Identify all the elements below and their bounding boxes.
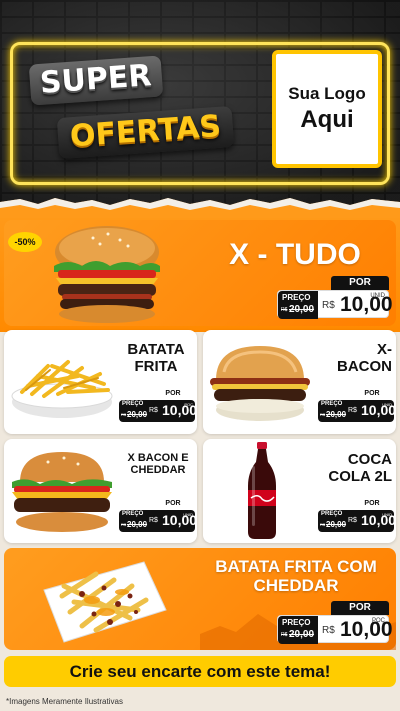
price-tag-batata-frita: POR PREÇO R$ 20,00 R$ 10,00 POÇ: [119, 388, 197, 422]
logo-text-line2: Aqui: [300, 106, 354, 133]
price-por-label: POR: [350, 388, 394, 400]
product-name-batata-frita: BATATA FRITA: [127, 341, 185, 375]
old-price-label: PREÇO: [122, 511, 144, 517]
price-tag-x-bacon-cheddar: POR PREÇO R$ 20,00 R$ 10,00 UNID: [119, 498, 197, 532]
price-box: PREÇO R$ 20,00 R$ 10,00 UNID: [277, 290, 393, 319]
price-tag-x-bacon: POR PREÇO R$ 20,00 R$ 10,00 UNID: [318, 388, 396, 422]
old-price-label: PREÇO: [122, 401, 144, 407]
old-price-currency: R$: [320, 522, 326, 527]
logo-placeholder[interactable]: Sua Logo Aqui: [272, 50, 382, 168]
product-name-x-tudo: X - TUDO: [229, 238, 361, 271]
price-por-label: POR: [331, 276, 389, 290]
old-price-value: 20,00: [127, 520, 148, 529]
burger-x-tudo-image: [54, 226, 160, 323]
price-currency: R$: [348, 407, 357, 414]
price-currency: R$: [322, 625, 335, 636]
product-name-x-bacon: X- BACON: [337, 341, 392, 375]
price-unit: UNID: [183, 512, 193, 517]
torn-paper-edge: [0, 198, 400, 218]
price-unit: POÇ: [184, 402, 193, 407]
old-price-currency: R$: [121, 522, 127, 527]
price-por-label: POR: [331, 601, 389, 615]
price-unit: POÇ: [371, 618, 385, 624]
price-unit: UNID: [382, 402, 392, 407]
price-box: PREÇO R$ 20,00 R$ 10,00 UNID: [318, 400, 396, 422]
fries-cheddar-image: [43, 561, 167, 643]
price-box: PREÇO R$ 20,00 R$ 10,00 UNID: [318, 510, 396, 532]
french-fries-image: [11, 360, 113, 418]
price-por-label: POR: [350, 498, 394, 510]
product-name-x-bacon-cheddar: X BACON E CHEDDAR: [127, 452, 189, 477]
old-price-value: 20,00: [289, 629, 315, 640]
old-price-value: 20,00: [326, 520, 347, 529]
price-currency: R$: [348, 517, 357, 524]
price-tag-x-tudo: POR PREÇO R$ 20,00 R$ 10,00 UNID: [277, 276, 393, 319]
price-unit: UNID: [382, 512, 392, 517]
burger-x-bacon-cheddar-image: [12, 452, 112, 532]
price-box: PREÇO R$ 20,00 R$ 10,00 POÇ: [119, 400, 197, 422]
price-unit: UNID: [370, 293, 385, 299]
price-currency: R$: [149, 517, 158, 524]
disclaimer-text: *Imagens Meramente Ilustrativas: [6, 697, 123, 706]
price-box: PREÇO R$ 20,00 R$ 10,00 POÇ: [277, 615, 393, 644]
old-price-value: 20,00: [127, 410, 148, 419]
cta-banner[interactable]: Crie seu encarte com este tema!: [4, 656, 396, 687]
old-price-label: PREÇO: [321, 511, 343, 517]
burger-x-bacon-image: [210, 346, 310, 421]
product-name-coca-cola: COCA COLA 2L: [328, 451, 392, 485]
price-tag-batata-cheddar: POR PREÇO R$ 20,00 R$ 10,00 POÇ: [277, 601, 393, 644]
price-currency: R$: [322, 300, 335, 311]
product-name-batata-cheddar: BATATA FRITA COM CHEDDAR: [215, 557, 377, 596]
old-price-label: PREÇO: [321, 401, 343, 407]
old-price-currency: R$: [121, 412, 127, 417]
price-por-label: POR: [151, 498, 195, 510]
price-tag-coca-cola: POR PREÇO R$ 20,00 R$ 10,00 UNID: [318, 498, 396, 532]
old-price-value: 20,00: [326, 410, 347, 419]
old-price-box: PREÇO R$ 20,00: [278, 291, 318, 319]
price-por-label: POR: [151, 388, 195, 400]
coca-cola-bottle-image: [248, 442, 276, 539]
price-currency: R$: [149, 407, 158, 414]
discount-badge: -50%: [8, 232, 42, 252]
old-price-value: 20,00: [289, 304, 315, 315]
price-box: PREÇO R$ 20,00 R$ 10,00 UNID: [119, 510, 197, 532]
old-price-currency: R$: [281, 632, 288, 638]
logo-text-line1: Sua Logo: [288, 84, 366, 103]
old-price-currency: R$: [320, 412, 326, 417]
old-price-box: PREÇO R$ 20,00: [278, 616, 318, 644]
old-price-currency: R$: [281, 307, 288, 313]
old-price-label: PREÇO: [282, 293, 311, 302]
old-price-label: PREÇO: [282, 618, 311, 627]
